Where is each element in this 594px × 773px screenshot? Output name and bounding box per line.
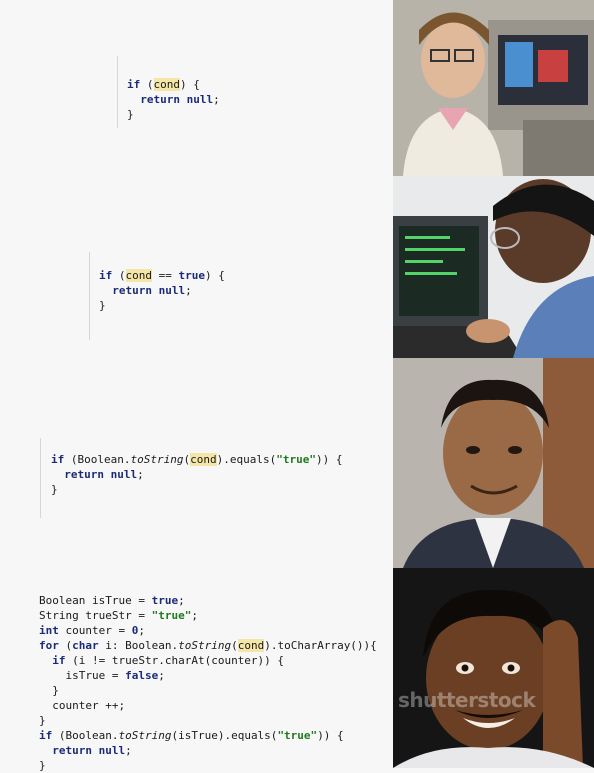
cond-highlight: cond [125,269,152,282]
portrait-illustration-1 [403,12,594,176]
keyword: return [140,93,180,106]
photo-laptop-coder [393,176,594,358]
cond-highlight: cond [153,78,180,91]
code-snippet-4: Boolean isTrue = true; String trueStr = … [39,594,377,772]
indent-guide [117,56,118,128]
keyword: return [112,284,152,297]
keyword: null [186,93,214,106]
portrait-illustration-2 [393,179,594,358]
photo-thinking-man [393,568,594,768]
keyword: if [127,78,141,91]
code-snippet-1: if (cond) { return null; } [127,78,220,121]
keyword: null [110,468,138,481]
portrait-illustration-3 [403,358,594,568]
code-snippet-3: if (Boolean.toString(cond).equals("true"… [51,453,343,496]
cond-highlight: cond [237,639,265,652]
code-snippet-2: if (cond == true) { return null; } [99,269,225,312]
watermark-text: shutterstock [398,688,536,712]
portrait-illustration-4 [393,589,594,768]
photo-smiling-man-suit [393,358,594,568]
indent-guide [40,438,41,518]
photo-vintage-computer-user [393,0,594,176]
keyword: return [64,468,104,481]
cond-highlight: cond [190,453,217,466]
string-literal: "true" [276,453,316,466]
indent-guide [89,252,90,340]
keyword: null [158,284,186,297]
keyword: if [99,269,113,282]
keyword: true [178,269,206,282]
keyword: if [51,453,65,466]
